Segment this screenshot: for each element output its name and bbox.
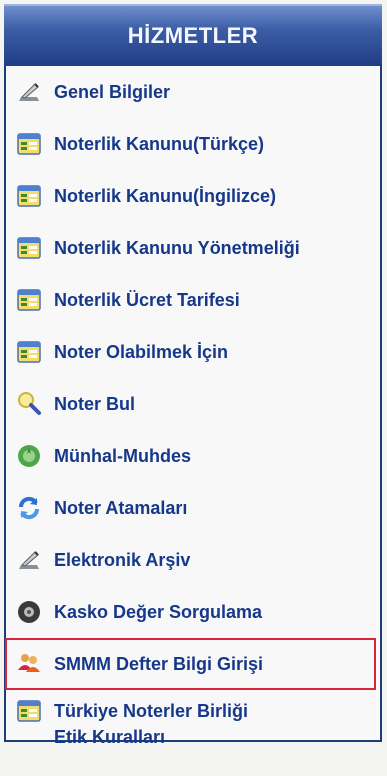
menu-item-smmm-defter-bilgi-girisi[interactable]: SMMM Defter Bilgi Girişi <box>5 638 376 690</box>
form-icon <box>16 287 42 313</box>
form-icon <box>16 131 42 157</box>
menu-item-label-stack: Türkiye Noterler Birliği Etik Kuralları <box>54 698 248 750</box>
users-icon <box>16 651 42 677</box>
form-icon <box>16 183 42 209</box>
magnifier-icon <box>16 391 42 417</box>
pen-icon <box>16 547 42 573</box>
form-icon <box>16 235 42 261</box>
menu-item-label: Noterlik Ücret Tarifesi <box>54 290 240 310</box>
menu-item-label: Noter Olabilmek İçin <box>54 342 229 362</box>
menu-item-elektronik-arsiv[interactable]: Elektronik Arşiv <box>6 534 380 586</box>
menu-item-noter-bul[interactable]: Noter Bul <box>6 378 380 430</box>
menu-item-label: Genel Bilgiler <box>54 82 171 102</box>
menu-item-noterlik-ucret-tarifesi[interactable]: Noterlik Ücret Tarifesi <box>6 274 380 326</box>
tire-icon <box>16 599 42 625</box>
menu-item-noter-atamalari[interactable]: Noter Atamaları <box>6 482 380 534</box>
panel-title: HİZMETLER <box>4 4 382 66</box>
menu-item-label: SMMM Defter Bilgi Girişi <box>54 654 264 674</box>
menu-item-label-line2: Etik Kuralları <box>54 727 166 747</box>
menu-item-noterlik-kanunu-yonetmeligi[interactable]: Noterlik Kanunu Yönetmeliği <box>6 222 380 274</box>
menu-item-label: Noterlik Kanunu(Türkçe) <box>54 134 265 154</box>
menu-item-label: Noter Atamaları <box>54 498 188 518</box>
pen-icon <box>16 79 42 105</box>
menu-item-label: Noter Bul <box>54 394 135 414</box>
menu-item-label: Elektronik Arşiv <box>54 550 191 570</box>
menu-item-label: Kasko Değer Sorgulama <box>54 602 263 622</box>
form-icon <box>16 339 42 365</box>
services-menu: Genel Bilgiler Noterlik Kanunu(Türkçe) N… <box>5 66 380 776</box>
form-icon <box>16 698 42 724</box>
badge-icon <box>16 443 42 469</box>
services-panel: HİZMETLER Genel Bilgiler Noterlik Kanunu… <box>4 4 382 747</box>
menu-item-noterlik-kanunu-turkce[interactable]: Noterlik Kanunu(Türkçe) <box>6 118 380 170</box>
menu-item-label-line1: Türkiye Noterler Birliği <box>54 701 249 721</box>
menu-item-etik-kurallari[interactable]: Türkiye Noterler Birliği Etik Kuralları <box>6 690 380 776</box>
menu-item-munhal-muhdes[interactable]: Münhal-Muhdes <box>6 430 380 482</box>
refresh-icon <box>16 495 42 521</box>
menu-item-label: Noterlik Kanunu(İngilizce) <box>54 186 277 206</box>
menu-item-noterlik-kanunu-ingilizce[interactable]: Noterlik Kanunu(İngilizce) <box>6 170 380 222</box>
menu-item-kasko-deger-sorgulama[interactable]: Kasko Değer Sorgulama <box>6 586 380 638</box>
menu-item-genel-bilgiler[interactable]: Genel Bilgiler <box>6 66 380 118</box>
menu-item-label: Münhal-Muhdes <box>54 446 191 466</box>
menu-item-noter-olabilmek-icin[interactable]: Noter Olabilmek İçin <box>6 326 380 378</box>
menu-item-label: Noterlik Kanunu Yönetmeliği <box>54 238 300 258</box>
